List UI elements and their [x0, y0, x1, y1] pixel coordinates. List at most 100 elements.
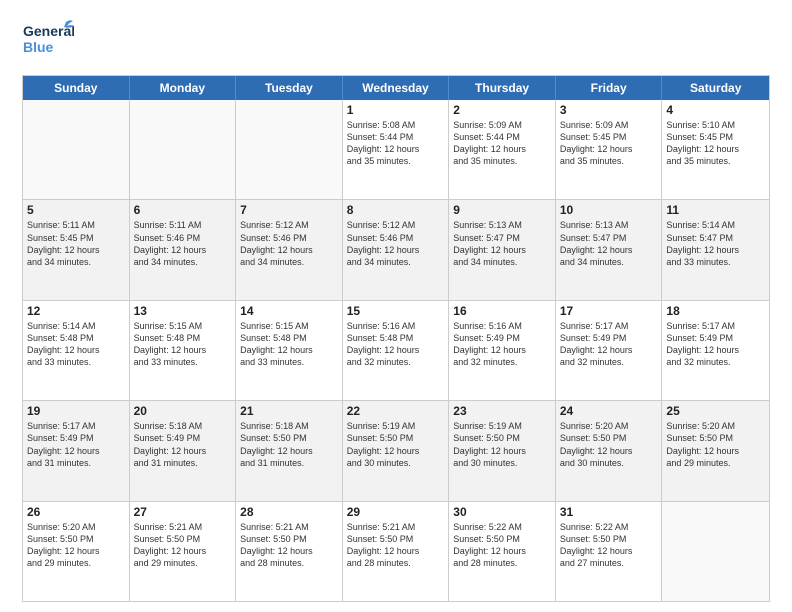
calendar-cell: 17 Sunrise: 5:17 AM Sunset: 5:49 PM Dayli…: [556, 301, 663, 400]
day-info: Sunrise: 5:12 AM Sunset: 5:46 PM Dayligh…: [347, 219, 445, 268]
header-day-saturday: Saturday: [662, 76, 769, 100]
day-number: 17: [560, 304, 658, 318]
day-info: Sunrise: 5:20 AM Sunset: 5:50 PM Dayligh…: [560, 420, 658, 469]
day-info: Sunrise: 5:15 AM Sunset: 5:48 PM Dayligh…: [240, 320, 338, 369]
calendar: SundayMondayTuesdayWednesdayThursdayFrid…: [22, 75, 770, 602]
day-info: Sunrise: 5:09 AM Sunset: 5:44 PM Dayligh…: [453, 119, 551, 168]
day-info: Sunrise: 5:16 AM Sunset: 5:49 PM Dayligh…: [453, 320, 551, 369]
calendar-cell: 20Sunrise: 5:18 AM Sunset: 5:49 PM Dayli…: [130, 401, 237, 500]
day-info: Sunrise: 5:14 AM Sunset: 5:47 PM Dayligh…: [666, 219, 765, 268]
header-day-sunday: Sunday: [23, 76, 130, 100]
day-info: Sunrise: 5:17 AM Sunset: 5:49 PM Dayligh…: [27, 420, 125, 469]
day-info: Sunrise: 5:20 AM Sunset: 5:50 PM Dayligh…: [27, 521, 125, 570]
week-row: 26 Sunrise: 5:20 AM Sunset: 5:50 PM Dayli…: [23, 501, 769, 601]
calendar-cell: [662, 502, 769, 601]
day-info: Sunrise: 5:11 AM Sunset: 5:46 PM Dayligh…: [134, 219, 232, 268]
day-info: Sunrise: 5:11 AM Sunset: 5:45 PM Dayligh…: [27, 219, 125, 268]
day-info: Sunrise: 5:19 AM Sunset: 5:50 PM Dayligh…: [347, 420, 445, 469]
calendar-cell: 6 Sunrise: 5:11 AM Sunset: 5:46 PM Daylig…: [130, 200, 237, 299]
day-info: Sunrise: 5:13 AM Sunset: 5:47 PM Dayligh…: [560, 219, 658, 268]
day-number: 3: [560, 103, 658, 117]
calendar-cell: [23, 100, 130, 199]
day-number: 4: [666, 103, 765, 117]
page: General Blue SundayMondayTuesdayWednesda…: [0, 0, 792, 612]
day-info: Sunrise: 5:13 AM Sunset: 5:47 PM Dayligh…: [453, 219, 551, 268]
calendar-cell: 16 Sunrise: 5:16 AM Sunset: 5:49 PM Dayli…: [449, 301, 556, 400]
calendar-cell: 14 Sunrise: 5:15 AM Sunset: 5:48 PM Dayli…: [236, 301, 343, 400]
day-number: 5: [27, 203, 125, 217]
day-number: 24: [560, 404, 658, 418]
calendar-cell: 12 Sunrise: 5:14 AM Sunset: 5:48 PM Dayli…: [23, 301, 130, 400]
header-day-tuesday: Tuesday: [236, 76, 343, 100]
header-day-thursday: Thursday: [449, 76, 556, 100]
calendar-cell: 30 Sunrise: 5:22 AM Sunset: 5:50 PM Dayli…: [449, 502, 556, 601]
calendar-cell: [236, 100, 343, 199]
day-info: Sunrise: 5:21 AM Sunset: 5:50 PM Dayligh…: [347, 521, 445, 570]
day-number: 28: [240, 505, 338, 519]
logo: General Blue: [22, 18, 74, 65]
calendar-cell: 4Sunrise: 5:10 AM Sunset: 5:45 PM Daylig…: [662, 100, 769, 199]
day-info: Sunrise: 5:18 AM Sunset: 5:50 PM Dayligh…: [240, 420, 338, 469]
calendar-cell: 13 Sunrise: 5:15 AM Sunset: 5:48 PM Dayli…: [130, 301, 237, 400]
day-number: 7: [240, 203, 338, 217]
calendar-cell: 15 Sunrise: 5:16 AM Sunset: 5:48 PM Dayli…: [343, 301, 450, 400]
calendar-cell: 23Sunrise: 5:19 AM Sunset: 5:50 PM Dayli…: [449, 401, 556, 500]
day-number: 9: [453, 203, 551, 217]
calendar-cell: 28 Sunrise: 5:21 AM Sunset: 5:50 PM Dayli…: [236, 502, 343, 601]
calendar-cell: 31Sunrise: 5:22 AM Sunset: 5:50 PM Dayli…: [556, 502, 663, 601]
day-number: 30: [453, 505, 551, 519]
day-number: 16: [453, 304, 551, 318]
day-number: 6: [134, 203, 232, 217]
calendar-cell: 29 Sunrise: 5:21 AM Sunset: 5:50 PM Dayli…: [343, 502, 450, 601]
day-info: Sunrise: 5:17 AM Sunset: 5:49 PM Dayligh…: [560, 320, 658, 369]
day-info: Sunrise: 5:21 AM Sunset: 5:50 PM Dayligh…: [240, 521, 338, 570]
day-info: Sunrise: 5:17 AM Sunset: 5:49 PM Dayligh…: [666, 320, 765, 369]
day-number: 25: [666, 404, 765, 418]
day-number: 8: [347, 203, 445, 217]
day-number: 11: [666, 203, 765, 217]
day-info: Sunrise: 5:22 AM Sunset: 5:50 PM Dayligh…: [453, 521, 551, 570]
header-day-friday: Friday: [556, 76, 663, 100]
week-row: 12 Sunrise: 5:14 AM Sunset: 5:48 PM Dayli…: [23, 300, 769, 400]
day-info: Sunrise: 5:12 AM Sunset: 5:46 PM Dayligh…: [240, 219, 338, 268]
calendar-header: SundayMondayTuesdayWednesdayThursdayFrid…: [23, 76, 769, 100]
calendar-cell: 10 Sunrise: 5:13 AM Sunset: 5:47 PM Dayli…: [556, 200, 663, 299]
calendar-cell: 3 Sunrise: 5:09 AM Sunset: 5:45 PM Daylig…: [556, 100, 663, 199]
calendar-cell: 8 Sunrise: 5:12 AM Sunset: 5:46 PM Daylig…: [343, 200, 450, 299]
calendar-cell: 21 Sunrise: 5:18 AM Sunset: 5:50 PM Dayli…: [236, 401, 343, 500]
week-row: 5 Sunrise: 5:11 AM Sunset: 5:45 PM Daylig…: [23, 199, 769, 299]
day-info: Sunrise: 5:09 AM Sunset: 5:45 PM Dayligh…: [560, 119, 658, 168]
day-number: 26: [27, 505, 125, 519]
calendar-cell: 25Sunrise: 5:20 AM Sunset: 5:50 PM Dayli…: [662, 401, 769, 500]
day-number: 19: [27, 404, 125, 418]
header-day-monday: Monday: [130, 76, 237, 100]
calendar-cell: 1 Sunrise: 5:08 AM Sunset: 5:44 PM Daylig…: [343, 100, 450, 199]
calendar-cell: 27 Sunrise: 5:21 AM Sunset: 5:50 PM Dayli…: [130, 502, 237, 601]
day-number: 15: [347, 304, 445, 318]
day-number: 13: [134, 304, 232, 318]
day-number: 21: [240, 404, 338, 418]
calendar-cell: 2Sunrise: 5:09 AM Sunset: 5:44 PM Daylig…: [449, 100, 556, 199]
day-number: 20: [134, 404, 232, 418]
header: General Blue: [22, 18, 770, 65]
week-row: 19 Sunrise: 5:17 AM Sunset: 5:49 PM Dayli…: [23, 400, 769, 500]
day-info: Sunrise: 5:21 AM Sunset: 5:50 PM Dayligh…: [134, 521, 232, 570]
day-number: 31: [560, 505, 658, 519]
day-number: 29: [347, 505, 445, 519]
calendar-cell: 19 Sunrise: 5:17 AM Sunset: 5:49 PM Dayli…: [23, 401, 130, 500]
day-info: Sunrise: 5:15 AM Sunset: 5:48 PM Dayligh…: [134, 320, 232, 369]
day-number: 22: [347, 404, 445, 418]
day-number: 12: [27, 304, 125, 318]
week-row: 1 Sunrise: 5:08 AM Sunset: 5:44 PM Daylig…: [23, 100, 769, 199]
calendar-cell: 18Sunrise: 5:17 AM Sunset: 5:49 PM Dayli…: [662, 301, 769, 400]
day-number: 14: [240, 304, 338, 318]
day-number: 27: [134, 505, 232, 519]
day-number: 1: [347, 103, 445, 117]
day-info: Sunrise: 5:14 AM Sunset: 5:48 PM Dayligh…: [27, 320, 125, 369]
day-number: 10: [560, 203, 658, 217]
day-info: Sunrise: 5:16 AM Sunset: 5:48 PM Dayligh…: [347, 320, 445, 369]
calendar-cell: 7 Sunrise: 5:12 AM Sunset: 5:46 PM Daylig…: [236, 200, 343, 299]
calendar-body: 1 Sunrise: 5:08 AM Sunset: 5:44 PM Daylig…: [23, 100, 769, 601]
day-info: Sunrise: 5:19 AM Sunset: 5:50 PM Dayligh…: [453, 420, 551, 469]
day-info: Sunrise: 5:08 AM Sunset: 5:44 PM Dayligh…: [347, 119, 445, 168]
